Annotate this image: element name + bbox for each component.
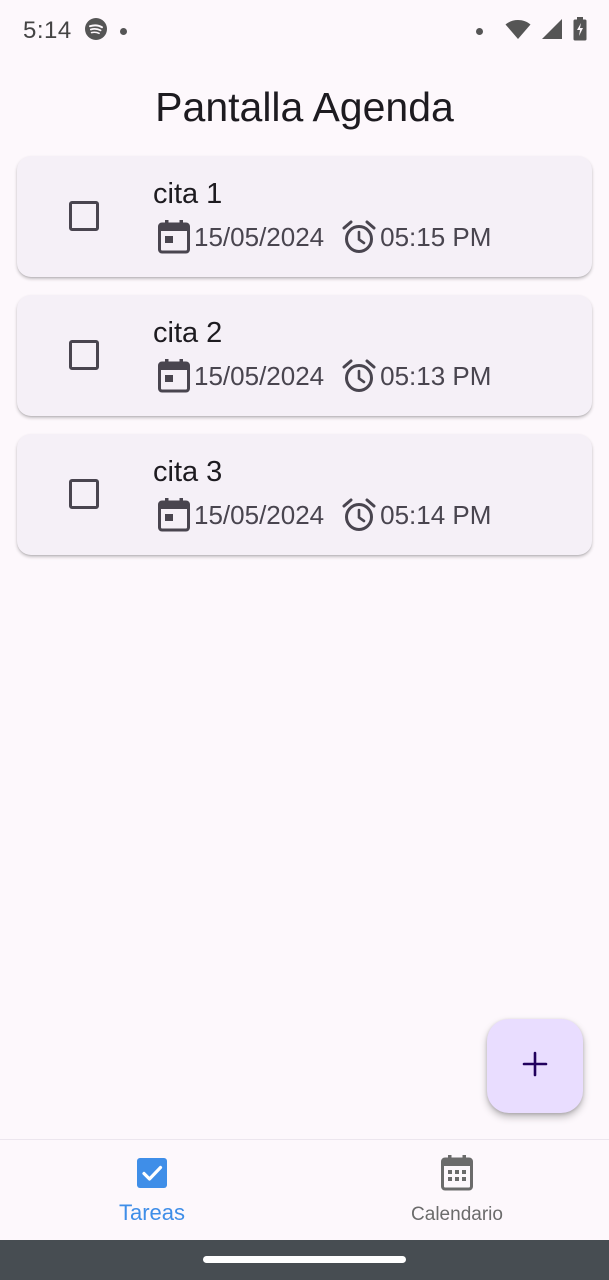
nav-item-tareas[interactable]: Tareas bbox=[102, 1140, 202, 1241]
bottom-navigation: Tareas Calendario bbox=[0, 1139, 609, 1240]
battery-icon bbox=[573, 16, 587, 46]
notification-dot bbox=[119, 27, 127, 35]
task-title: cita 3 bbox=[153, 456, 223, 488]
task-card[interactable]: cita 3 15/05/2024 05:14 PM bbox=[17, 434, 592, 555]
alarm-icon bbox=[342, 220, 376, 254]
status-bar: 5:14 bbox=[0, 0, 609, 62]
status-right bbox=[476, 16, 587, 46]
task-meta: 15/05/2024 05:14 PM bbox=[158, 498, 491, 532]
nav-icon-container bbox=[441, 1154, 473, 1192]
task-time: 05:14 PM bbox=[380, 499, 492, 530]
task-checkbox[interactable] bbox=[69, 479, 99, 509]
plus-icon bbox=[521, 1050, 549, 1083]
task-date: 15/05/2024 bbox=[194, 499, 325, 530]
task-date: 15/05/2024 bbox=[194, 221, 325, 252]
task-card[interactable]: cita 1 15/05/2024 05:15 PM bbox=[17, 156, 592, 277]
alarm-icon bbox=[342, 359, 376, 393]
task-card[interactable]: cita 2 15/05/2024 05:13 PM bbox=[17, 295, 592, 416]
home-gesture-handle[interactable] bbox=[203, 1256, 406, 1263]
task-time: 05:13 PM bbox=[380, 360, 492, 391]
calendar-icon bbox=[158, 498, 190, 532]
status-time: 5:14 bbox=[23, 17, 72, 44]
task-time: 05:15 PM bbox=[380, 221, 492, 252]
task-meta: 15/05/2024 05:13 PM bbox=[158, 359, 491, 393]
calendar-icon bbox=[158, 220, 190, 254]
nav-label-calendario: Calendario bbox=[411, 1204, 503, 1225]
system-navigation-bar bbox=[0, 1240, 609, 1280]
calendar-icon bbox=[441, 1154, 473, 1196]
task-checkbox[interactable] bbox=[69, 201, 99, 231]
task-meta: 15/05/2024 05:15 PM bbox=[158, 220, 491, 254]
calendar-icon bbox=[158, 359, 190, 393]
nav-label-tareas: Tareas bbox=[118, 1200, 186, 1225]
alarm-icon bbox=[342, 498, 376, 532]
wifi-icon bbox=[505, 18, 531, 45]
checkbox-checked-icon bbox=[136, 1157, 168, 1194]
spotify-icon bbox=[84, 17, 108, 46]
add-task-button[interactable] bbox=[487, 1019, 583, 1113]
page-title: Pantalla Agenda bbox=[155, 84, 454, 130]
task-list: cita 1 15/05/2024 05:15 PM cita 2 15/05/… bbox=[17, 156, 592, 573]
task-title: cita 1 bbox=[153, 178, 223, 210]
task-checkbox[interactable] bbox=[69, 340, 99, 370]
signal-icon bbox=[541, 18, 563, 45]
nav-icon-container bbox=[136, 1157, 168, 1194]
notification-dot bbox=[476, 27, 483, 35]
task-title: cita 2 bbox=[153, 317, 223, 349]
nav-item-calendario[interactable]: Calendario bbox=[392, 1140, 522, 1241]
status-left: 5:14 bbox=[23, 17, 127, 46]
task-date: 15/05/2024 bbox=[194, 360, 325, 391]
